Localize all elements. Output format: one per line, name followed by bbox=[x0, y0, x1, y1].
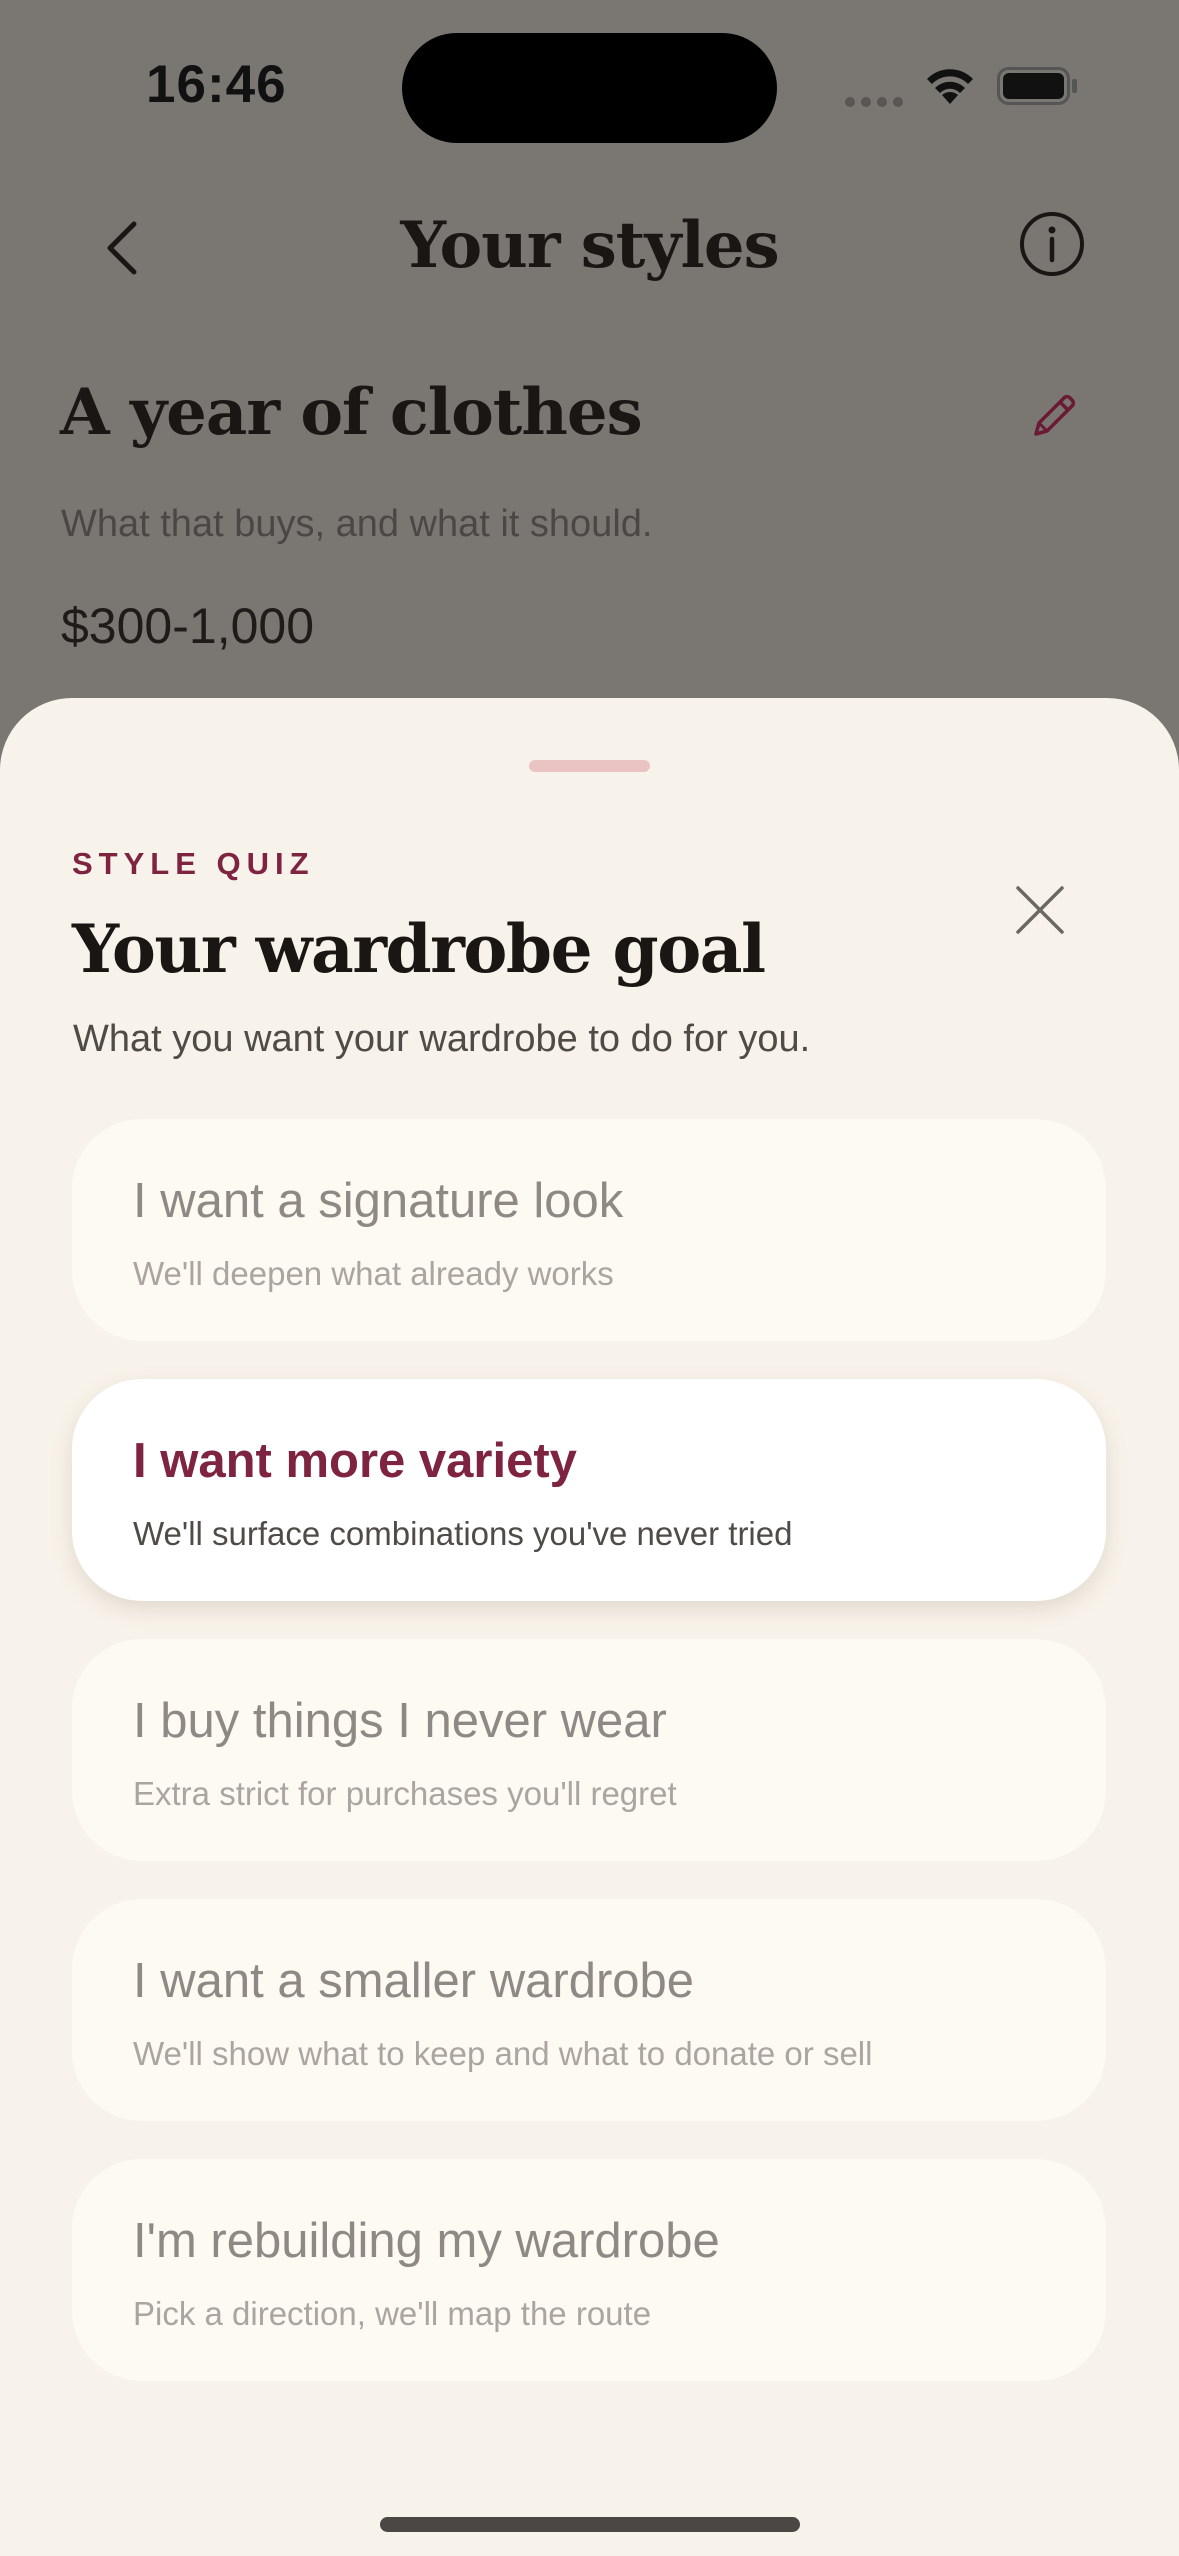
option-label: I buy things I never wear bbox=[133, 1694, 667, 1748]
navigation-bar: Your styles bbox=[0, 190, 1179, 300]
option-smaller-wardrobe[interactable]: I want a smaller wardrobe We'll show wha… bbox=[72, 1899, 1106, 2121]
option-never-wear[interactable]: I buy things I never wear Extra strict f… bbox=[72, 1639, 1106, 1861]
option-label: I want more variety bbox=[133, 1434, 577, 1488]
option-label: I'm rebuilding my wardrobe bbox=[133, 2214, 720, 2268]
close-icon[interactable] bbox=[1010, 880, 1070, 940]
option-signature-look[interactable]: I want a signature look We'll deepen wha… bbox=[72, 1119, 1106, 1341]
option-description: We'll show what to keep and what to dona… bbox=[133, 2035, 873, 2072]
option-label: I want a signature look bbox=[133, 1174, 624, 1228]
battery-icon bbox=[997, 67, 1077, 105]
sheet-drag-handle[interactable] bbox=[529, 760, 650, 772]
dynamic-island bbox=[402, 33, 777, 143]
section-title: A year of clothes bbox=[60, 375, 643, 450]
option-label: I want a smaller wardrobe bbox=[133, 1954, 695, 2008]
page-title: Your styles bbox=[400, 208, 779, 283]
option-description: Extra strict for purchases you'll regret bbox=[133, 1775, 677, 1812]
sheet-subtitle: What you want your wardrobe to do for yo… bbox=[73, 1018, 811, 1060]
cellular-signal-icon bbox=[845, 94, 909, 112]
info-icon[interactable] bbox=[1018, 210, 1086, 278]
wifi-icon bbox=[927, 69, 973, 104]
sheet-title: Your wardrobe goal bbox=[72, 910, 766, 988]
option-rebuilding-wardrobe[interactable]: I'm rebuilding my wardrobe Pick a direct… bbox=[72, 2159, 1106, 2381]
option-description: We'll surface combinations you've never … bbox=[133, 1515, 793, 1552]
sheet-eyebrow: STYLE QUIZ bbox=[72, 846, 315, 881]
option-description: We'll deepen what already works bbox=[133, 1255, 614, 1292]
section-subtitle: What that buys, and what it should. bbox=[61, 503, 653, 545]
bottom-sheet: STYLE QUIZ Your wardrobe goal What you w… bbox=[0, 698, 1179, 2556]
option-more-variety[interactable]: I want more variety We'll surface combin… bbox=[72, 1379, 1106, 1601]
status-bar: 16:46 bbox=[0, 0, 1179, 180]
option-description: Pick a direction, we'll map the route bbox=[133, 2295, 652, 2332]
price-range: $300-1,000 bbox=[61, 598, 315, 654]
pencil-icon[interactable] bbox=[1028, 390, 1080, 442]
home-indicator[interactable] bbox=[380, 2517, 800, 2532]
status-time: 16:46 bbox=[146, 55, 287, 114]
